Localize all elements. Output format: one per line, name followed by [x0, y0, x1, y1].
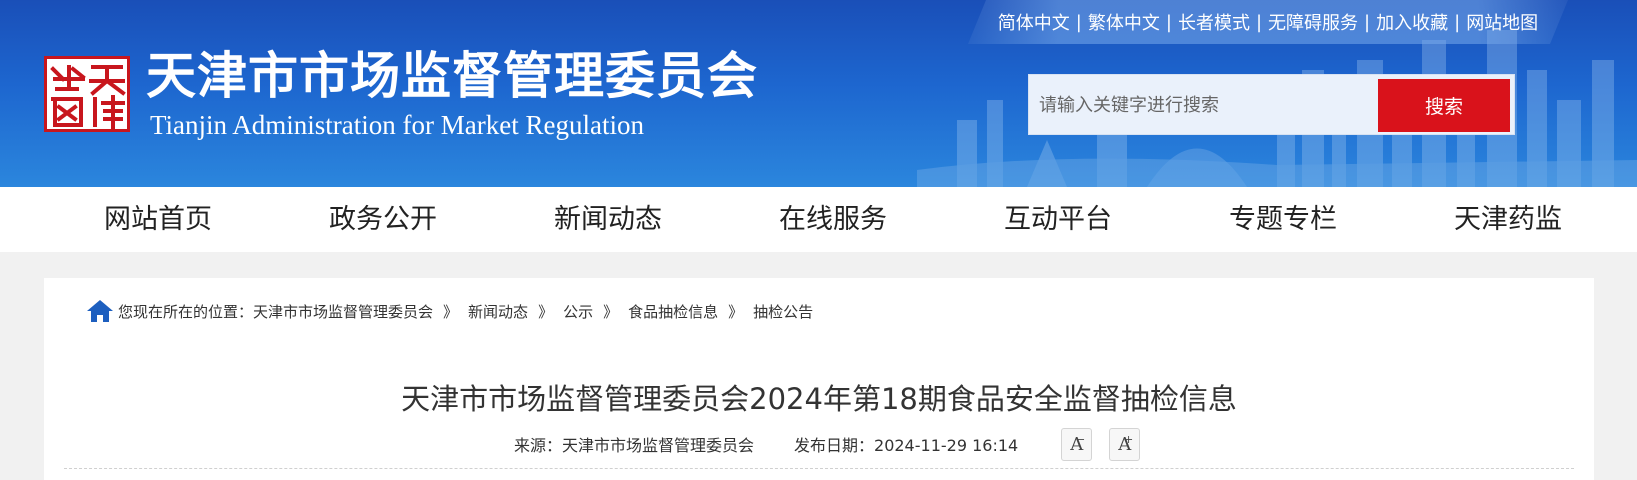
search-button[interactable]: 搜索 [1378, 79, 1510, 132]
toplink-separator: | [1255, 11, 1263, 33]
nav-item-tianjin-drug[interactable]: 天津药监 [1454, 187, 1562, 252]
breadcrumb-item-food-inspection[interactable]: 食品抽检信息 [628, 301, 718, 322]
nav-item-interaction[interactable]: 互动平台 [1004, 187, 1112, 252]
tianjin-seal-logo[interactable] [44, 56, 130, 132]
breadcrumb-item-home[interactable]: 天津市市场监督管理委员会 [253, 301, 433, 322]
breadcrumb-prefix: 您现在所在的位置： [118, 302, 254, 321]
content-card: 您现在所在的位置： 天津市市场监督管理委员会 》 新闻动态 》 公示 》 食品抽… [44, 278, 1594, 480]
article-meta: 来源：天津市市场监督管理委员会 发布日期：2024-11-29 16:14 A … [514, 426, 1141, 462]
seal-logo-graphic [50, 65, 126, 129]
breadcrumb-item-notice[interactable]: 公示 [563, 301, 593, 322]
font-decrease-button[interactable]: A − [1061, 427, 1093, 461]
breadcrumb: 您现在所在的位置： 天津市市场监督管理委员会 》 新闻动态 》 公示 》 食品抽… [86, 298, 813, 324]
toplink-separator: | [1364, 11, 1371, 33]
toplink-separator: | [1165, 11, 1172, 33]
nav-item-home[interactable]: 网站首页 [104, 187, 212, 252]
article-title: 天津市市场监督管理委员会2024年第18期食品安全监督抽检信息 [401, 382, 1237, 416]
article-source: 来源：天津市市场监督管理委员会 [514, 436, 755, 455]
article-date: 发布日期：2024-11-29 16:14 [794, 436, 1019, 455]
toplink-sitemap[interactable]: 网站地图 [1466, 9, 1538, 35]
top-links-bar: 简体中文 | 繁体中文 | 长者模式 | 无障碍服务 | 加入收藏 | 网站地图 [968, 0, 1568, 44]
title-divider [64, 468, 1574, 469]
breadcrumb-separator: 》 [443, 302, 459, 321]
home-icon[interactable] [86, 298, 114, 324]
toplink-elder-mode[interactable]: 长者模式 [1178, 9, 1250, 35]
breadcrumb-item-announcement[interactable]: 抽检公告 [753, 301, 813, 322]
toplink-simplified[interactable]: 简体中文 [998, 9, 1070, 35]
site-title: 天津市市场监督管理委员会 [146, 47, 758, 105]
font-increase-button[interactable]: A + [1109, 427, 1141, 461]
toplink-accessibility[interactable]: 无障碍服务 [1268, 9, 1358, 35]
nav-item-news[interactable]: 新闻动态 [554, 187, 662, 252]
search-box: 搜索 [1028, 74, 1515, 135]
breadcrumb-item-news[interactable]: 新闻动态 [468, 301, 528, 322]
toplink-bookmark[interactable]: 加入收藏 [1376, 9, 1448, 35]
minus-icon: − [1075, 432, 1086, 446]
toplink-traditional[interactable]: 繁体中文 [1088, 9, 1160, 35]
breadcrumb-separator: 》 [538, 302, 554, 321]
nav-item-online-services[interactable]: 在线服务 [779, 187, 887, 252]
header-banner: 简体中文 | 繁体中文 | 长者模式 | 无障碍服务 | 加入收藏 | 网站地图… [0, 0, 1637, 187]
toplink-separator: | [1454, 11, 1461, 33]
toplink-separator: | [1075, 11, 1082, 33]
site-subtitle: Tianjin Administration for Market Regula… [150, 110, 644, 140]
search-input[interactable] [1039, 87, 1369, 123]
breadcrumb-separator: 》 [728, 302, 744, 321]
plus-icon: + [1123, 432, 1134, 446]
nav-item-special-topics[interactable]: 专题专栏 [1229, 187, 1337, 252]
nav-item-government-affairs[interactable]: 政务公开 [329, 187, 437, 252]
breadcrumb-separator: 》 [603, 302, 619, 321]
main-nav: 网站首页 政务公开 新闻动态 在线服务 互动平台 专题专栏 天津药监 [0, 187, 1637, 252]
